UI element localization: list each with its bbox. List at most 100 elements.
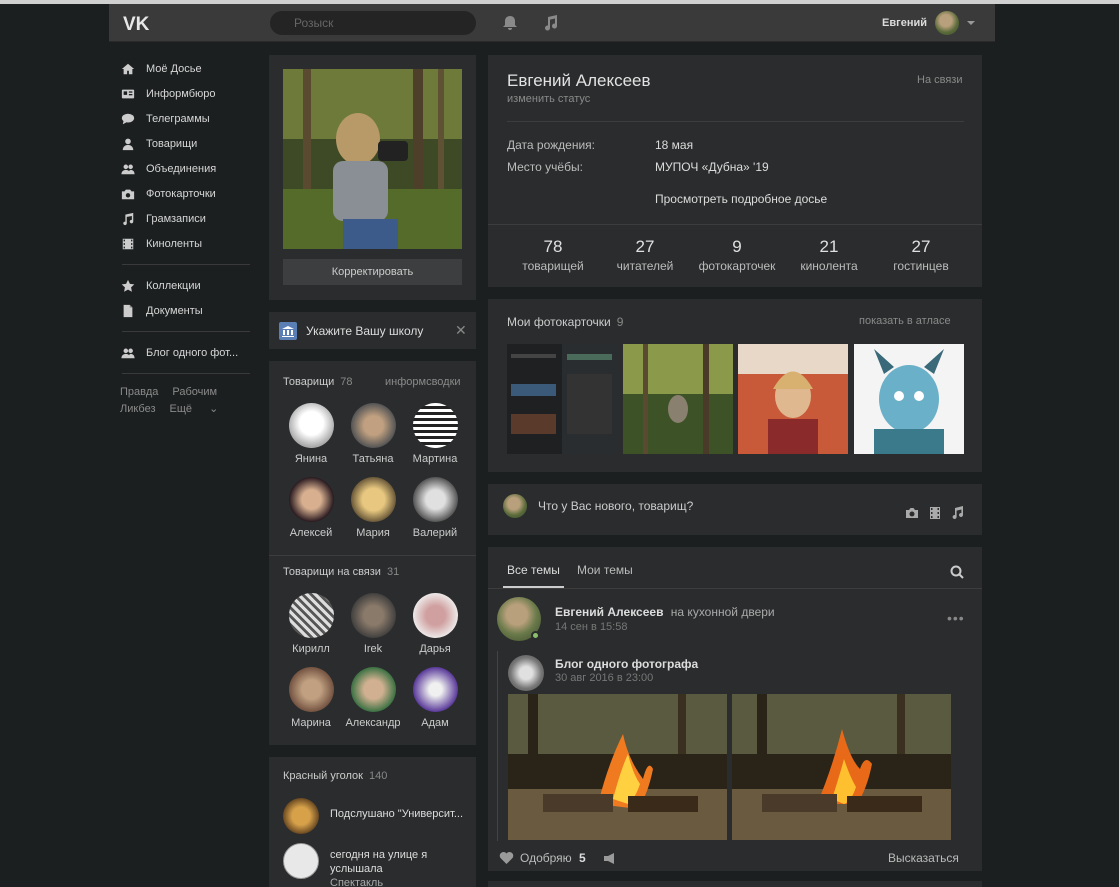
group-avatar[interactable] — [283, 798, 319, 834]
nav-item[interactable]: Моё Досье — [120, 56, 256, 81]
post-image[interactable] — [732, 694, 951, 840]
photo-thumb[interactable] — [854, 344, 964, 454]
film-icon[interactable] — [927, 505, 943, 521]
stat-number: 21 — [819, 237, 839, 256]
vk-logo[interactable]: VK — [121, 12, 153, 34]
more-options-icon[interactable]: ••• — [947, 610, 965, 626]
stat-label: фотокарточек — [698, 259, 776, 273]
group-icon — [120, 345, 136, 361]
home-icon — [120, 61, 136, 77]
nav-item[interactable]: Документы — [120, 298, 256, 323]
friend-item[interactable]: Янина — [279, 403, 343, 465]
show-on-map-link[interactable]: показать в атласе — [859, 315, 951, 327]
profile-name: Евгений Алексеев — [507, 71, 651, 90]
friends-header[interactable]: Товарищи 78 — [283, 376, 353, 388]
group-title[interactable]: Подслушано "Университ... — [330, 808, 463, 820]
friend-item[interactable]: Татьяна — [341, 403, 405, 465]
footer-link[interactable]: Рабочим — [172, 386, 217, 398]
repost-author[interactable]: Блог одного фотографа — [555, 657, 698, 671]
repost-time[interactable]: 30 авг 2016 в 23:00 — [555, 672, 653, 684]
stat-counter[interactable]: 27 читателей — [600, 237, 690, 273]
search-input[interactable]: Розыск — [270, 11, 476, 35]
post-author[interactable]: Евгений Алексеев — [555, 605, 663, 619]
friend-item[interactable]: Адам — [403, 667, 467, 729]
share-icon[interactable] — [603, 852, 617, 865]
stat-label: гостинцев — [893, 259, 949, 273]
group-title[interactable]: сегодня на улице я услышала — [330, 848, 460, 876]
user-menu[interactable]: Евгений — [882, 11, 975, 35]
post-time[interactable]: 14 сен в 15:58 — [555, 621, 627, 633]
news-icon — [120, 86, 136, 102]
nav-divider — [122, 331, 250, 332]
friend-item[interactable]: Марина — [279, 667, 343, 729]
friend-name: Адам — [421, 717, 449, 729]
tab-my-posts[interactable]: Мои темы — [577, 563, 633, 577]
study-value[interactable]: МУПОЧ «Дубна» '19 — [655, 160, 769, 174]
search-icon[interactable] — [949, 564, 965, 580]
user-name: Евгений — [882, 17, 927, 29]
next-post-card — [488, 881, 982, 887]
tab-all-posts[interactable]: Все темы — [507, 563, 560, 577]
bell-icon[interactable] — [500, 13, 520, 33]
school-prompt-text[interactable]: Укажите Вашу школу — [306, 324, 423, 338]
friend-item[interactable]: Irek — [341, 593, 405, 655]
friends-updates-link[interactable]: информсводки — [385, 376, 461, 388]
photos-header[interactable]: Мои фотокарточки 9 — [507, 315, 623, 329]
friend-item[interactable]: Александр — [341, 667, 405, 729]
photo-thumb[interactable] — [623, 344, 733, 454]
more-info-link[interactable]: Просмотреть подробное досье — [655, 192, 827, 206]
photo-thumb[interactable] — [507, 344, 617, 454]
heart-icon[interactable] — [499, 851, 514, 865]
post-image[interactable] — [508, 694, 727, 840]
close-icon[interactable]: ✕ — [455, 322, 467, 339]
nav-item[interactable]: Блог одного фот... — [120, 340, 256, 365]
edit-profile-button[interactable]: Корректировать — [283, 259, 462, 285]
nav-item[interactable]: Коллекции — [120, 273, 256, 298]
nav-item[interactable]: Информбюро — [120, 81, 256, 106]
photo-thumb[interactable] — [738, 344, 848, 454]
avatar — [288, 477, 334, 522]
footer-link[interactable]: Правда — [120, 386, 158, 398]
friend-item[interactable]: Мартина — [403, 403, 467, 465]
groups-header[interactable]: Красный уголок 140 — [283, 770, 387, 782]
online-friends-header[interactable]: Товарищи на связи 31 — [283, 566, 399, 578]
music-icon[interactable] — [541, 13, 561, 33]
nav-item[interactable]: Телеграммы — [120, 106, 256, 131]
like-button[interactable]: Одобряю 5 — [520, 851, 586, 865]
friend-item[interactable]: Кирилл — [279, 593, 343, 655]
group-avatar[interactable] — [283, 843, 319, 879]
music-icon[interactable] — [950, 505, 966, 521]
profile-photo[interactable] — [283, 69, 462, 249]
nav-item-label: Моё Досье — [146, 62, 202, 75]
friend-item[interactable]: Мария — [341, 477, 405, 539]
avatar — [288, 593, 334, 638]
nav-item[interactable]: Фотокарточки — [120, 181, 256, 206]
footer-more-link[interactable]: Ещё ⌄ — [170, 403, 219, 415]
camera-icon[interactable] — [904, 505, 920, 521]
avatar — [288, 403, 334, 448]
change-status-link[interactable]: изменить статус — [507, 93, 590, 105]
nav-item[interactable]: Объединения — [120, 156, 256, 181]
avatar — [935, 11, 959, 35]
friend-item[interactable]: Алексей — [279, 477, 343, 539]
film-icon — [120, 236, 136, 252]
footer-link[interactable]: Ликбез — [120, 403, 156, 415]
composer-input[interactable]: Что у Вас нового, товарищ? — [538, 499, 693, 513]
repost-avatar[interactable] — [508, 655, 544, 691]
nav-item[interactable]: Киноленты — [120, 231, 256, 256]
friend-item[interactable]: Дарья — [403, 593, 467, 655]
stat-counter[interactable]: 78 товарищей — [508, 237, 598, 273]
stat-number: 9 — [732, 237, 742, 256]
stat-counter[interactable]: 27 гостинцев — [876, 237, 966, 273]
nav-item[interactable]: Товарищи — [120, 131, 256, 156]
avatar — [412, 593, 458, 638]
comment-button[interactable]: Высказаться — [888, 851, 959, 865]
friend-item[interactable]: Валерий — [403, 477, 467, 539]
stat-counter[interactable]: 9 фотокарточек — [692, 237, 782, 273]
stat-counter[interactable]: 21 кинолента — [784, 237, 874, 273]
friend-name: Irek — [363, 643, 383, 655]
nav-item-label: Информбюро — [146, 87, 216, 100]
birthday-value[interactable]: 18 мая — [655, 138, 693, 152]
stat-label: кинолента — [800, 259, 858, 273]
nav-item[interactable]: Грамзаписи — [120, 206, 256, 231]
